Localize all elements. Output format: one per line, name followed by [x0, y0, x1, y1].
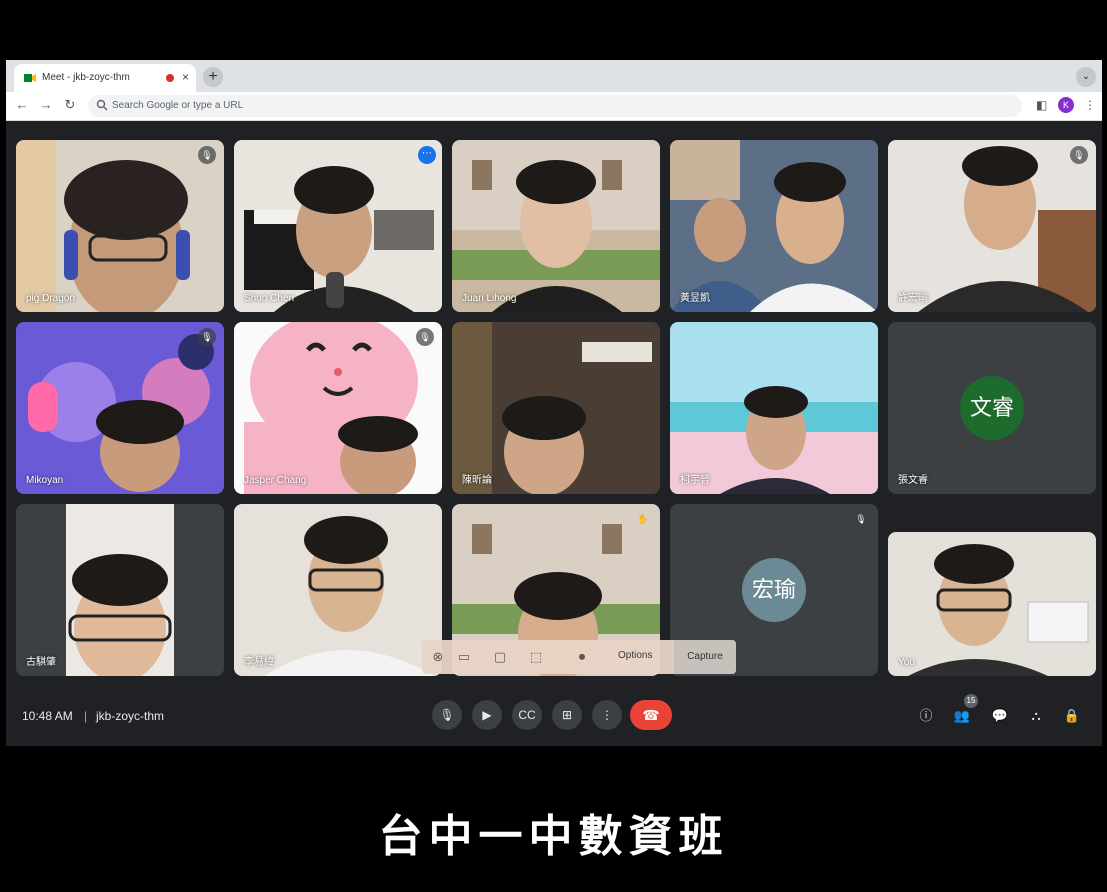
participant-name: 張文睿: [898, 475, 928, 486]
side-panel-icon[interactable]: ◧: [1036, 98, 1047, 112]
participant-avatar: 宏瑜: [742, 558, 806, 622]
present-button[interactable]: ⊞: [552, 700, 582, 730]
capture-window-icon[interactable]: ▢: [490, 647, 510, 667]
participant-tile[interactable]: 🎙 許宏瑜: [888, 140, 1096, 312]
search-icon: [96, 99, 108, 111]
participant-tile[interactable]: 李易緯: [234, 504, 442, 676]
participant-video: [16, 322, 224, 494]
microphone-button[interactable]: 🎙: [432, 700, 462, 730]
participant-name: pig Dragon: [26, 293, 75, 304]
leave-call-button[interactable]: ☎: [630, 700, 672, 730]
screen-capture-toolbar: ⊗ ▭ ▢ ⬚ ⏺ Options Capture: [422, 640, 736, 674]
participant-name: Mikoyan: [26, 475, 64, 486]
more-vert-icon: ⋮: [601, 708, 613, 722]
participant-tile[interactable]: 黃昱凱: [670, 140, 878, 312]
participant-tile[interactable]: 🎙 Mikoyan: [16, 322, 224, 494]
participant-video: [234, 504, 442, 676]
forward-arrow-icon[interactable]: →: [38, 97, 54, 112]
browser-tab-bar: Meet - jkb-zoyc-thm × + ⌄: [6, 60, 1102, 92]
browser-tab-meet[interactable]: Meet - jkb-zoyc-thm ×: [14, 64, 196, 92]
captions-button[interactable]: CC: [512, 700, 542, 730]
participant-video: [234, 322, 442, 494]
tab-title: Meet - jkb-zoyc-thm: [42, 72, 130, 83]
captions-icon: CC: [518, 708, 536, 722]
participant-video: [670, 140, 878, 312]
microphone-icon: 🎙: [439, 708, 455, 722]
participant-name: 黃昱凱: [680, 293, 710, 304]
mic-off-icon: 🎙: [855, 514, 867, 524]
browser-toolbar: ← → ↻ Search Google or type a URL ◧ K ⋮: [6, 92, 1102, 121]
participant-video: [16, 504, 224, 676]
meeting-controls-bar: 10:48 AM | jkb-zoyc-thm 🎙 ▶ CC ⊞ ⋮ ☎ ⓘ 👥…: [6, 688, 1102, 746]
participant-name: 陳昕論: [462, 475, 492, 486]
participant-video: [452, 322, 660, 494]
hangup-icon: ☎: [642, 707, 660, 723]
participant-video: [888, 140, 1096, 312]
capture-button[interactable]: Capture: [674, 640, 736, 674]
meeting-info-icon[interactable]: ⓘ: [916, 706, 936, 726]
participant-tile[interactable]: 古騏肇: [16, 504, 224, 676]
capture-selection-icon[interactable]: ⬚: [526, 647, 546, 667]
participant-video: [16, 140, 224, 312]
back-arrow-icon[interactable]: ←: [14, 97, 30, 112]
address-bar[interactable]: Search Google or type a URL: [88, 95, 1022, 117]
participant-name: 許宏瑜: [898, 293, 928, 304]
mic-off-icon: 🎙: [198, 328, 216, 346]
participant-name: Juan Lihong: [462, 293, 517, 304]
participant-name: 古騏肇: [26, 657, 56, 668]
participant-video: [888, 532, 1096, 676]
participant-video: [452, 140, 660, 312]
mic-off-icon: 🎙: [1070, 146, 1088, 164]
screen-capture: Meet - jkb-zoyc-thm × + ⌄ ← → ↻ Search G…: [6, 60, 1102, 746]
capture-fullscreen-icon[interactable]: ▭: [454, 647, 474, 667]
tab-close-icon[interactable]: ×: [182, 70, 189, 84]
participant-tile[interactable]: 🎙 Jasper Chang: [234, 322, 442, 494]
recording-dot-icon: [166, 74, 174, 82]
present-screen-icon: ⊞: [561, 708, 573, 722]
browser-menu-icon[interactable]: ⋮: [1084, 98, 1096, 112]
address-placeholder: Search Google or type a URL: [112, 100, 244, 111]
meet-favicon-icon: [24, 74, 36, 82]
new-tab-button[interactable]: +: [203, 67, 223, 87]
participant-tile[interactable]: Juan Lihong: [452, 140, 660, 312]
participant-name: 李易緯: [244, 657, 274, 668]
more-options-button[interactable]: ⋮: [592, 700, 622, 730]
raise-hand-icon: ✋: [637, 514, 649, 524]
participant-video: [234, 140, 442, 312]
capture-options-button[interactable]: Options: [618, 650, 652, 661]
meeting-code: jkb-zoyc-thm: [96, 709, 165, 723]
more-options-icon[interactable]: ⋯: [418, 146, 436, 164]
profile-avatar[interactable]: K: [1058, 97, 1074, 113]
participant-avatar: 文睿: [960, 376, 1024, 440]
participant-name: 柯宇晉: [680, 475, 710, 486]
activities-icon[interactable]: ⛬: [1026, 706, 1046, 726]
participant-tile[interactable]: 陳昕論: [452, 322, 660, 494]
close-capture-icon[interactable]: ⊗: [428, 647, 448, 667]
separator: |: [84, 709, 88, 723]
mic-off-icon: 🎙: [416, 328, 434, 346]
participant-count-badge: 15: [964, 694, 978, 708]
camera-icon: ▶: [482, 708, 492, 722]
camera-button[interactable]: ▶: [472, 700, 502, 730]
participant-name: Shuo Chen: [244, 293, 295, 304]
host-controls-icon[interactable]: 🔒: [1062, 706, 1082, 726]
reload-icon[interactable]: ↻: [62, 97, 78, 113]
people-icon[interactable]: 👥: [952, 706, 972, 726]
mic-off-icon: 🎙: [198, 146, 216, 164]
participant-tile[interactable]: 文睿 張文睿: [888, 322, 1096, 494]
participant-name: You: [898, 657, 915, 668]
participant-tile[interactable]: ⋯ Shuo Chen: [234, 140, 442, 312]
participant-tile[interactable]: 柯宇晉: [670, 322, 878, 494]
record-stop-icon[interactable]: ⏺: [572, 647, 592, 667]
participant-tile-self[interactable]: You: [888, 532, 1096, 676]
participant-video: [670, 322, 878, 494]
meeting-time: 10:48 AM: [22, 709, 73, 723]
participant-tile[interactable]: 🎙 pig Dragon: [16, 140, 224, 312]
tab-search-chevron-icon[interactable]: ⌄: [1076, 67, 1096, 87]
video-caption: 台中一中數資班: [378, 811, 729, 862]
chat-icon[interactable]: 💬: [990, 706, 1010, 726]
participant-name: Jasper Chang: [244, 475, 307, 486]
